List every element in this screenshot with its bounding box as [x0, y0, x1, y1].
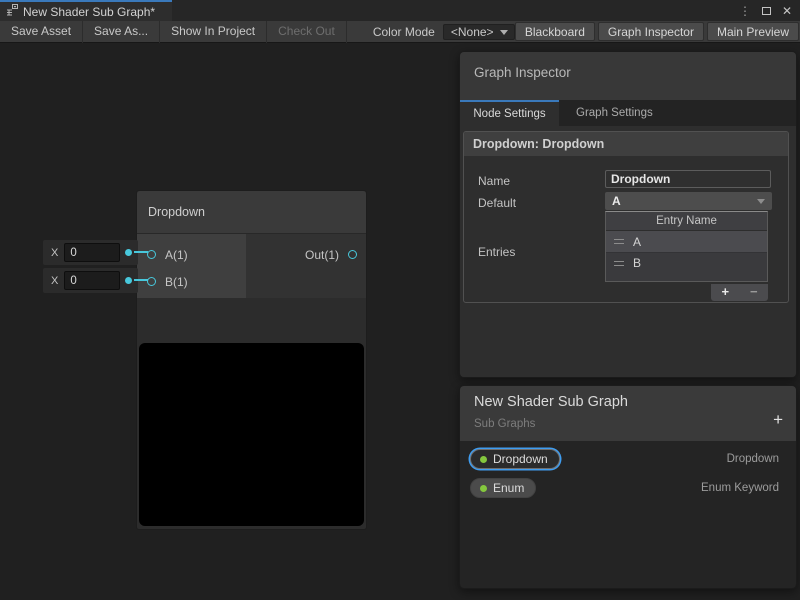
check-out-button: Check Out	[267, 21, 347, 43]
x-component-label: X	[51, 247, 58, 259]
color-mode-label: Color Mode	[373, 25, 435, 39]
show-in-project-button[interactable]: Show In Project	[160, 21, 267, 43]
port-connector-dot-icon[interactable]	[125, 249, 132, 256]
input-port-b-label: B(1)	[165, 275, 188, 289]
close-icon[interactable]: ✕	[782, 5, 792, 17]
graph-inspector-title: Graph Inspector	[474, 65, 571, 80]
dropdown-node[interactable]: Dropdown A(1) B(1) Out(1)	[136, 190, 367, 530]
input-b-value-widget: X	[43, 268, 138, 293]
entry-name: A	[633, 235, 641, 249]
entries-label: Entries	[478, 245, 515, 259]
property-type-label: Enum Keyword	[701, 482, 779, 494]
tab-node-settings[interactable]: Node Settings	[460, 100, 559, 126]
input-a-value-widget: X	[43, 240, 138, 265]
edge-a-wire	[134, 251, 148, 253]
edge-b-wire	[134, 279, 148, 281]
graph-inspector-toggle-button[interactable]: Graph Inspector	[598, 22, 704, 41]
blackboard-rows: Dropdown Dropdown Enum Enum Keyword	[460, 441, 796, 589]
name-label: Name	[478, 174, 510, 188]
remove-entry-button[interactable]: −	[740, 284, 769, 301]
drag-handle-icon[interactable]	[614, 239, 624, 244]
window-controls: ⋮ ✕	[739, 0, 792, 21]
blackboard-toggle-button[interactable]: Blackboard	[515, 22, 595, 41]
property-type-label: Dropdown	[727, 453, 779, 465]
save-asset-button[interactable]: Save Asset	[0, 21, 83, 43]
input-port-b-icon[interactable]	[147, 277, 156, 286]
dropdown-arrow-icon	[757, 199, 765, 204]
node-output-section	[246, 234, 366, 298]
toolbar: Save Asset Save As... Show In Project Ch…	[0, 21, 800, 43]
section-title: Dropdown: Dropdown	[464, 132, 788, 156]
node-ports: A(1) B(1) Out(1)	[137, 234, 366, 298]
node-title: Dropdown	[148, 205, 205, 219]
entry-name: B	[633, 256, 641, 270]
graph-inspector-panel: Graph Inspector Node Settings Graph Sett…	[459, 51, 797, 378]
node-settings-content: Dropdown: Dropdown Name Default A Entrie…	[460, 126, 796, 378]
tab-graph-settings[interactable]: Graph Settings	[559, 100, 670, 126]
name-field[interactable]	[605, 170, 771, 188]
property-name: Dropdown	[493, 452, 548, 466]
entries-header: Entry Name	[606, 212, 767, 231]
blackboard-item-enum[interactable]: Enum	[470, 478, 536, 498]
maximize-icon[interactable]	[762, 7, 771, 15]
node-preview	[139, 343, 364, 526]
document-tab[interactable]: New Shader Sub Graph*	[0, 0, 172, 21]
entries-list-controls: + −	[711, 284, 768, 301]
node-input-section	[137, 234, 246, 298]
port-connector-dot-icon[interactable]	[125, 277, 132, 284]
default-label: Default	[478, 196, 516, 210]
x-component-label: X	[51, 275, 58, 287]
output-port-label: Out(1)	[305, 248, 339, 262]
color-mode-dropdown[interactable]: <None>	[443, 24, 515, 40]
blackboard-header[interactable]: New Shader Sub Graph Sub Graphs +	[460, 386, 796, 441]
default-dropdown[interactable]: A	[605, 192, 772, 210]
toolbar-toggles: Blackboard Graph Inspector Main Preview	[515, 22, 799, 41]
blackboard-item-dropdown[interactable]: Dropdown	[470, 449, 560, 469]
input-a-value-field[interactable]	[64, 243, 120, 262]
inspector-tab-row: Node Settings Graph Settings	[460, 100, 796, 126]
entries-table: Entry Name A B	[605, 211, 768, 282]
input-port-a-label: A(1)	[165, 248, 188, 262]
property-name: Enum	[493, 481, 524, 495]
input-b-value-field[interactable]	[64, 271, 120, 290]
output-port-icon[interactable]	[348, 250, 357, 259]
entry-row[interactable]: A	[606, 231, 767, 252]
blackboard-subtitle: Sub Graphs	[474, 418, 535, 430]
shader-graph-icon	[6, 3, 18, 21]
property-state-dot-icon	[480, 456, 487, 463]
property-state-dot-icon	[480, 485, 487, 492]
default-value: A	[612, 194, 621, 208]
document-title: New Shader Sub Graph*	[23, 5, 155, 19]
blackboard-panel: New Shader Sub Graph Sub Graphs + Dropdo…	[459, 385, 797, 589]
menu-icon[interactable]: ⋮	[739, 5, 751, 17]
color-mode-value: <None>	[451, 25, 494, 39]
blackboard-title: New Shader Sub Graph	[474, 394, 628, 410]
save-as-button[interactable]: Save As...	[83, 21, 160, 43]
add-property-button[interactable]: +	[773, 411, 783, 428]
window-title-strip: New Shader Sub Graph* ⋮ ✕	[0, 0, 800, 21]
add-entry-button[interactable]: +	[711, 284, 740, 301]
dropdown-settings-section: Dropdown: Dropdown Name Default A Entrie…	[463, 131, 789, 303]
input-port-a-icon[interactable]	[147, 250, 156, 259]
graph-inspector-header[interactable]: Graph Inspector	[460, 52, 796, 100]
main-preview-toggle-button[interactable]: Main Preview	[707, 22, 799, 41]
entry-row[interactable]: B	[606, 252, 767, 273]
node-title-bar[interactable]: Dropdown	[137, 191, 366, 234]
drag-handle-icon[interactable]	[614, 261, 624, 266]
dropdown-arrow-icon	[500, 30, 508, 35]
